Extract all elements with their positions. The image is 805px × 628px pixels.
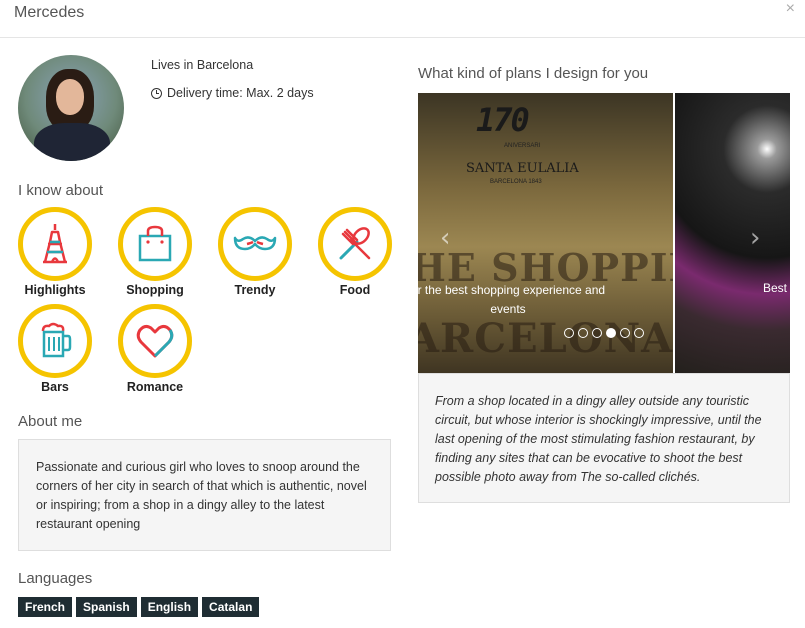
badge-food[interactable]: Food [315, 207, 395, 297]
badge-bars[interactable]: Bars [15, 304, 95, 394]
know-about-heading: I know about [18, 182, 104, 199]
avatar [18, 55, 124, 161]
fork-knife-icon [339, 227, 371, 260]
about-text: Passionate and curious girl who loves to… [18, 439, 391, 551]
carousel-dot[interactable] [620, 328, 630, 338]
badge-label: Bars [41, 380, 69, 394]
carousel-dot[interactable] [578, 328, 588, 338]
carousel-indicators [564, 328, 644, 338]
languages-list: French Spanish English Catalan [18, 597, 260, 617]
badge-label: Trendy [234, 283, 276, 297]
slide-bg-text: ARCELONA [418, 315, 674, 362]
plans-carousel[interactable]: HE SHOPPING ARCELONA 170 ANIVERSARI SANT… [418, 93, 790, 373]
about-heading: About me [18, 413, 83, 430]
heart-icon [136, 324, 174, 358]
carousel-slide-concert: Best [675, 93, 790, 373]
badge-highlights[interactable]: Highlights [15, 207, 95, 297]
badge-label: Highlights [24, 283, 86, 297]
clock-icon [151, 87, 162, 99]
badge-romance[interactable]: Romance [115, 304, 195, 394]
delivery-time: Delivery time: Max. 2 days [151, 86, 314, 100]
modal-header: Mercedes × [0, 0, 805, 38]
carousel-prev-icon[interactable]: ‹ [440, 223, 450, 253]
badge-label: Romance [126, 380, 184, 394]
slide-caption: er the best shopping experience and even… [418, 283, 606, 316]
language-tag: English [140, 597, 199, 617]
language-tag: French [18, 597, 73, 617]
store-subtitle: BARCELONA 1843 [490, 179, 542, 185]
carousel-dot-active[interactable] [606, 328, 616, 338]
plans-description: From a shop located in a dingy alley out… [418, 373, 790, 503]
carousel-dot[interactable] [592, 328, 602, 338]
close-icon[interactable]: × [786, 0, 795, 18]
mustache-icon [233, 236, 277, 251]
badge-label: Shopping [126, 283, 184, 297]
languages-heading: Languages [18, 570, 93, 587]
store-logo: 170 [476, 101, 530, 139]
carousel-dot[interactable] [634, 328, 644, 338]
location-text: Lives in Barcelona [151, 58, 254, 72]
shopping-bag-icon [138, 225, 172, 262]
badge-label: Food [339, 283, 371, 297]
eiffel-tower-icon [43, 224, 67, 264]
slide-caption: Best [763, 281, 788, 295]
language-tag: Spanish [76, 597, 137, 617]
store-logo-sub: ANIVERSARI [504, 143, 541, 149]
carousel-next-icon[interactable]: › [750, 223, 760, 253]
plans-heading: What kind of plans I design for you [418, 65, 649, 82]
language-tag: Catalan [202, 597, 260, 617]
delivery-text: Delivery time: Max. 2 days [167, 86, 314, 100]
store-name: SANTA EULALIA [466, 161, 579, 176]
modal-title: Mercedes [14, 4, 85, 21]
badge-shopping[interactable]: Shopping [115, 207, 195, 297]
badge-trendy[interactable]: Trendy [215, 207, 295, 297]
carousel-dot[interactable] [564, 328, 574, 338]
beer-mug-icon [41, 322, 72, 358]
